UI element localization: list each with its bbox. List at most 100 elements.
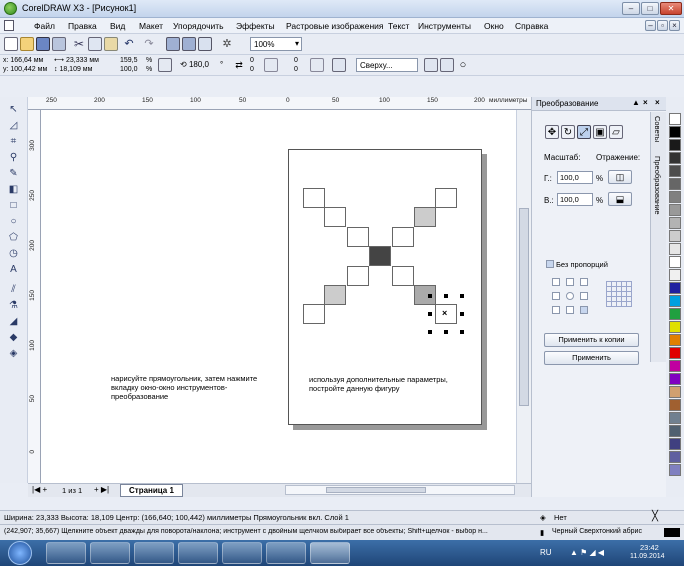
anchor-checkbox[interactable] — [552, 306, 560, 314]
position-transform-icon[interactable]: ✥ — [545, 125, 559, 139]
vertical-scroll-thumb[interactable] — [519, 208, 529, 406]
undo-icon[interactable]: ↶ — [122, 37, 136, 51]
welcome-icon[interactable]: ✲ — [220, 37, 234, 51]
basic-shapes-icon[interactable]: ◷ — [6, 247, 21, 260]
selection-handle[interactable] — [460, 330, 464, 334]
shape-tool-icon[interactable]: ◿ — [6, 119, 21, 132]
width-field[interactable]: ⟷ 23,333 мм — [54, 57, 99, 65]
export-icon[interactable] — [182, 37, 196, 51]
menu-view[interactable]: Вид — [110, 21, 125, 31]
color-swatch[interactable] — [669, 308, 681, 320]
mirror-vertical-button[interactable]: ⬓ — [608, 192, 632, 206]
taskbar-word-icon[interactable] — [266, 542, 306, 564]
app-launcher-icon[interactable] — [198, 37, 212, 51]
rotation-field[interactable]: ⟲ 180,0 — [180, 61, 209, 69]
horizontal-scroll-thumb[interactable] — [326, 487, 426, 493]
interactive-blend-icon[interactable]: ⫽ — [6, 283, 21, 296]
tray-icons[interactable]: ▲ ⚑ ◢ ◀ — [570, 548, 604, 557]
menu-bitmaps[interactable]: Растровые изображения — [286, 21, 383, 31]
mirror-h-icon[interactable]: ⇄ — [232, 58, 246, 72]
to-back-icon[interactable] — [440, 58, 454, 72]
taskbar-coreldraw-icon[interactable] — [310, 542, 350, 564]
vertical-scale-input[interactable]: 100,0 — [557, 193, 593, 206]
open-folder-icon[interactable] — [20, 37, 34, 51]
text-wrap-icon[interactable] — [332, 58, 346, 72]
tab-hints[interactable]: Советы — [653, 116, 662, 142]
size-transform-icon[interactable]: ▣ — [593, 125, 607, 139]
corner-lock-icon[interactable] — [310, 58, 324, 72]
menu-arrange[interactable]: Упорядочить — [173, 21, 224, 31]
paste-icon[interactable] — [104, 37, 118, 51]
square-shape[interactable] — [392, 266, 414, 286]
eyedropper-icon[interactable]: ⚗ — [6, 299, 21, 312]
color-swatch[interactable] — [669, 126, 681, 138]
color-swatch[interactable] — [669, 269, 681, 281]
interactive-fill-icon[interactable]: ◈ — [6, 347, 21, 360]
rectangle-tool-icon[interactable]: □ — [6, 199, 21, 212]
corner-3-field[interactable]: 0 — [294, 57, 298, 65]
anchor-checkbox[interactable] — [552, 278, 560, 286]
anchor-checkbox[interactable] — [566, 292, 574, 300]
taskbar-mail-icon[interactable] — [222, 542, 262, 564]
selection-handle[interactable] — [428, 294, 432, 298]
new-document-icon[interactable] — [4, 37, 18, 51]
horizontal-scrollbar[interactable] — [285, 485, 515, 495]
color-swatch[interactable] — [669, 347, 681, 359]
square-shape[interactable] — [347, 266, 369, 286]
color-swatch[interactable] — [669, 139, 681, 151]
selection-handle[interactable] — [444, 330, 448, 334]
first-page-icon[interactable]: |◀ + — [32, 485, 47, 494]
import-icon[interactable] — [166, 37, 180, 51]
menu-edit[interactable]: Правка — [68, 21, 97, 31]
scale-y-field[interactable]: 100,0 — [120, 66, 138, 74]
scale-transform-icon[interactable]: ⤢ — [577, 125, 591, 139]
mirror-horizontal-button[interactable]: ◫ — [608, 170, 632, 184]
maximize-button[interactable]: □ — [641, 2, 659, 15]
square-shape[interactable] — [324, 207, 346, 227]
color-swatch[interactable] — [669, 152, 681, 164]
menu-text[interactable]: Текст — [388, 21, 409, 31]
convert-to-curves-icon[interactable]: ○ — [456, 58, 470, 72]
color-swatch[interactable] — [669, 425, 681, 437]
pos-x-field[interactable]: x: 166,64 мм — [3, 57, 43, 65]
zoom-level-field[interactable]: 100% ▾ — [250, 37, 302, 51]
docker-close-icon[interactable]: × — [643, 98, 648, 107]
square-shape[interactable] — [303, 304, 325, 324]
color-swatch[interactable] — [669, 373, 681, 385]
language-indicator[interactable]: RU — [540, 548, 552, 557]
color-swatch[interactable] — [669, 386, 681, 398]
anchor-checkbox[interactable] — [580, 278, 588, 286]
pos-y-field[interactable]: y: 100,442 мм — [3, 66, 47, 74]
taskbar-ie-icon[interactable] — [46, 542, 86, 564]
doc-restore-button[interactable]: ▫ — [657, 20, 668, 31]
save-icon[interactable] — [36, 37, 50, 51]
text-tool-icon[interactable]: A — [6, 263, 21, 276]
scale-x-field[interactable]: 159,5 — [120, 57, 138, 65]
copy-icon[interactable] — [88, 37, 102, 51]
color-swatch[interactable] — [669, 438, 681, 450]
smart-fill-icon[interactable]: ◧ — [6, 183, 21, 196]
crop-tool-icon[interactable]: ⌗ — [6, 135, 21, 148]
color-swatch[interactable] — [669, 217, 681, 229]
color-swatch[interactable] — [669, 243, 681, 255]
color-swatch[interactable] — [669, 178, 681, 190]
redo-icon[interactable]: ↷ — [142, 37, 156, 51]
outline-tool-icon[interactable]: ◢ — [6, 315, 21, 328]
square-shape[interactable] — [414, 207, 436, 227]
menu-tools[interactable]: Инструменты — [418, 21, 471, 31]
color-swatch[interactable] — [669, 282, 681, 294]
apply-to-copy-button[interactable]: Применить к копии — [544, 333, 639, 347]
taskbar-media-icon[interactable] — [134, 542, 174, 564]
vertical-scrollbar[interactable] — [516, 110, 531, 483]
selection-handle[interactable] — [460, 294, 464, 298]
doc-close-button[interactable]: × — [669, 20, 680, 31]
rotate-transform-icon[interactable]: ↻ — [561, 125, 575, 139]
color-swatch[interactable] — [669, 165, 681, 177]
docker-panel-close-icon[interactable]: × — [655, 98, 660, 107]
tab-transformation[interactable]: Преобразование — [653, 156, 662, 215]
close-button[interactable]: ✕ — [660, 2, 682, 15]
color-swatch[interactable] — [669, 113, 681, 125]
cut-icon[interactable]: ✂ — [72, 37, 86, 51]
start-button-icon[interactable] — [8, 541, 32, 565]
ellipse-tool-icon[interactable]: ○ — [6, 215, 21, 228]
